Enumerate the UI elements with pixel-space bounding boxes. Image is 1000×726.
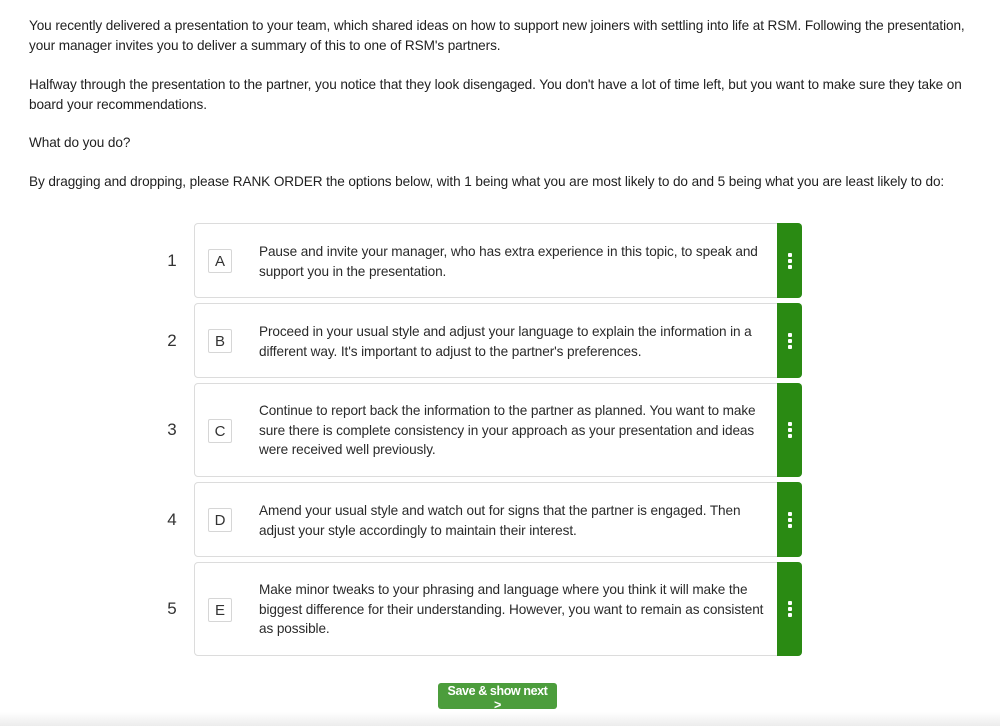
option-text: Make minor tweaks to your phrasing and l…: [259, 582, 764, 636]
save-and-next-button[interactable]: Save & show next >: [438, 683, 557, 712]
option-card-d[interactable]: D Amend your usual style and watch out f…: [194, 482, 802, 557]
ranking-row: 1 A Pause and invite your manager, who h…: [160, 223, 802, 298]
option-card-c[interactable]: C Continue to report back the informatio…: [194, 383, 802, 477]
ranking-row: 2 B Proceed in your usual style and adju…: [160, 303, 802, 378]
option-letter: A: [208, 249, 232, 273]
footer-fade: [0, 712, 1000, 726]
scenario-paragraph-2: Halfway through the presentation to the …: [29, 77, 962, 112]
option-letter: E: [208, 598, 232, 622]
option-letter: B: [208, 329, 232, 353]
rank-number: 3: [167, 420, 177, 439]
drag-handle-icon: [787, 422, 792, 438]
option-text: Pause and invite your manager, who has e…: [259, 244, 758, 279]
option-letter: D: [208, 508, 232, 532]
option-text: Amend your usual style and watch out for…: [259, 503, 741, 538]
drag-handle-icon: [787, 252, 792, 269]
scenario-paragraph-1: You recently delivered a presentation to…: [29, 18, 965, 53]
drag-handle-icon: [787, 332, 792, 349]
drag-handle-icon: [787, 511, 792, 528]
rank-number: 1: [167, 251, 177, 270]
question-text: What do you do?: [29, 135, 131, 150]
ranking-row: 3 C Continue to report back the informat…: [160, 383, 802, 477]
option-text: Proceed in your usual style and adjust y…: [259, 324, 752, 359]
drag-handle[interactable]: [777, 223, 802, 298]
drag-handle[interactable]: [777, 482, 802, 557]
ranking-instruction: By dragging and dropping, please RANK OR…: [29, 174, 945, 189]
drag-handle[interactable]: [777, 383, 802, 477]
drag-handle[interactable]: [777, 303, 802, 378]
option-text: Continue to report back the information …: [259, 403, 756, 457]
option-card-a[interactable]: A Pause and invite your manager, who has…: [194, 223, 802, 298]
option-card-b[interactable]: B Proceed in your usual style and adjust…: [194, 303, 802, 378]
drag-handle-icon: [787, 601, 792, 617]
ranking-row: 5 E Make minor tweaks to your phrasing a…: [160, 562, 802, 656]
drag-handle[interactable]: [777, 562, 802, 656]
rank-number: 5: [167, 599, 177, 618]
rank-number: 4: [167, 510, 177, 529]
option-letter: C: [208, 419, 232, 443]
option-card-e[interactable]: E Make minor tweaks to your phrasing and…: [194, 562, 802, 656]
rank-number: 2: [167, 331, 177, 350]
ranking-row: 4 D Amend your usual style and watch out…: [160, 482, 802, 557]
